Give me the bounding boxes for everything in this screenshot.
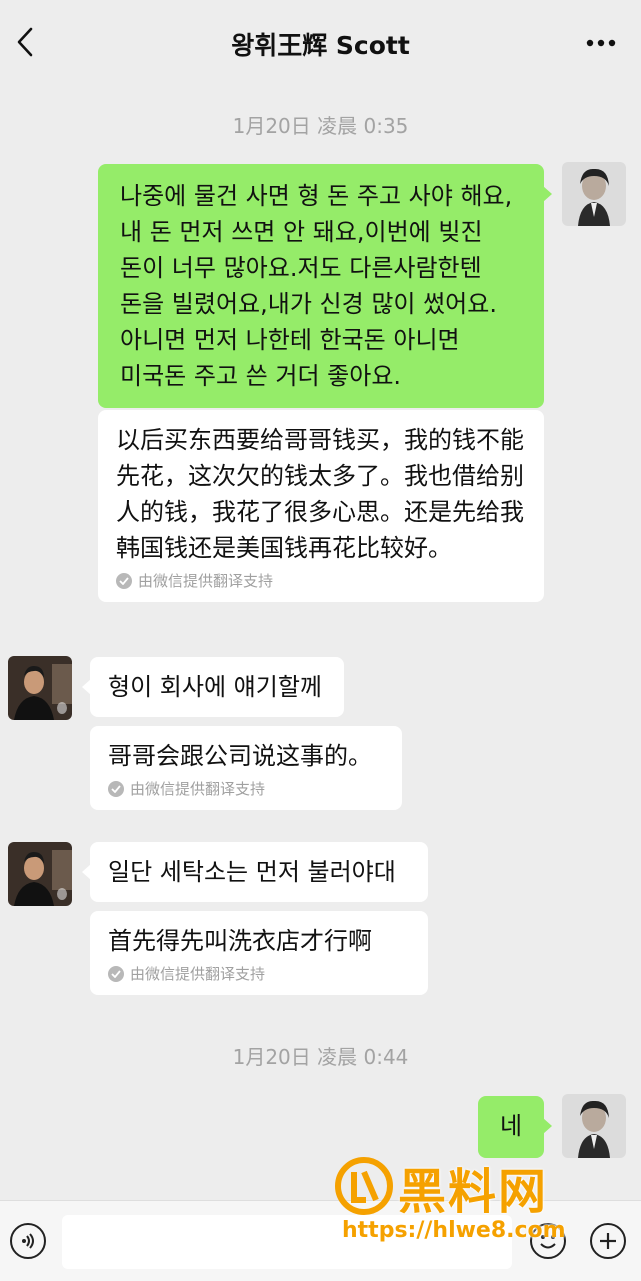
- translation-text: 哥哥会跟公司说这事的。: [108, 742, 372, 770]
- avatar-self[interactable]: [562, 162, 626, 226]
- message-bubble-sent[interactable]: 네: [478, 1096, 552, 1158]
- back-arrow-icon[interactable]: [8, 22, 42, 62]
- check-circle-icon: [116, 573, 132, 589]
- bubble-tail: [543, 186, 552, 202]
- translation-note: 由微信提供翻译支持: [108, 778, 384, 800]
- bubble-tail: [82, 679, 91, 695]
- translation-card[interactable]: 首先得先叫洗衣店才行啊 由微信提供翻译支持: [90, 911, 428, 995]
- translation-note-text: 由微信提供翻译支持: [130, 965, 266, 983]
- translation-note-text: 由微信提供翻译支持: [138, 572, 274, 590]
- avatar-self[interactable]: [562, 1094, 626, 1158]
- more-dots-icon[interactable]: [581, 28, 621, 58]
- avatar-contact[interactable]: [8, 842, 72, 906]
- message-input[interactable]: [62, 1215, 512, 1269]
- message-text: 나중에 물건 사면 형 돈 주고 사야 해요, 내 돈 먼저 쓰면 안 돼요,이…: [120, 182, 513, 390]
- timestamp: 1月20日 凌晨 0:44: [232, 1045, 409, 1069]
- translation-card[interactable]: 以后买东西要给哥哥钱买，我的钱不能先花，这次欠的钱太多了。我也借给别人的钱，我花…: [98, 410, 544, 602]
- check-circle-icon: [108, 966, 124, 982]
- translation-note-text: 由微信提供翻译支持: [130, 780, 266, 798]
- bubble-tail: [82, 864, 91, 880]
- chat-title: 왕휘王辉 Scott: [231, 31, 410, 60]
- translation-text: 首先得先叫洗衣店才行啊: [108, 927, 372, 955]
- translation-text: 以后买东西要给哥哥钱买，我的钱不能先花，这次欠的钱太多了。我也借给别人的钱，我花…: [116, 426, 524, 562]
- plus-icon[interactable]: [590, 1223, 626, 1259]
- translation-note: 由微信提供翻译支持: [108, 963, 410, 985]
- message-bubble-received[interactable]: 일단 세탁소는 먼저 불러야대: [82, 842, 428, 902]
- check-circle-icon: [108, 781, 124, 797]
- translation-card[interactable]: 哥哥会跟公司说这事的。 由微信提供翻译支持: [90, 726, 402, 810]
- input-bar: [0, 1200, 641, 1281]
- voice-icon[interactable]: [10, 1223, 46, 1259]
- message-text: 네: [499, 1112, 523, 1140]
- chat-header: 왕휘王辉 Scott: [0, 0, 641, 88]
- timestamp: 1月20日 凌晨 0:35: [232, 114, 409, 138]
- message-text: 형이 회사에 얘기할께: [108, 673, 322, 701]
- translation-note: 由微信提供翻译支持: [116, 570, 526, 592]
- message-bubble-sent[interactable]: 나중에 물건 사면 형 돈 주고 사야 해요, 내 돈 먼저 쓰면 안 돼요,이…: [98, 164, 552, 408]
- message-text: 일단 세탁소는 먼저 불러야대: [108, 858, 396, 886]
- emoji-icon[interactable]: [530, 1223, 566, 1259]
- message-bubble-received[interactable]: 형이 회사에 얘기할께: [82, 657, 344, 717]
- avatar-contact[interactable]: [8, 656, 72, 720]
- bubble-tail: [543, 1118, 552, 1134]
